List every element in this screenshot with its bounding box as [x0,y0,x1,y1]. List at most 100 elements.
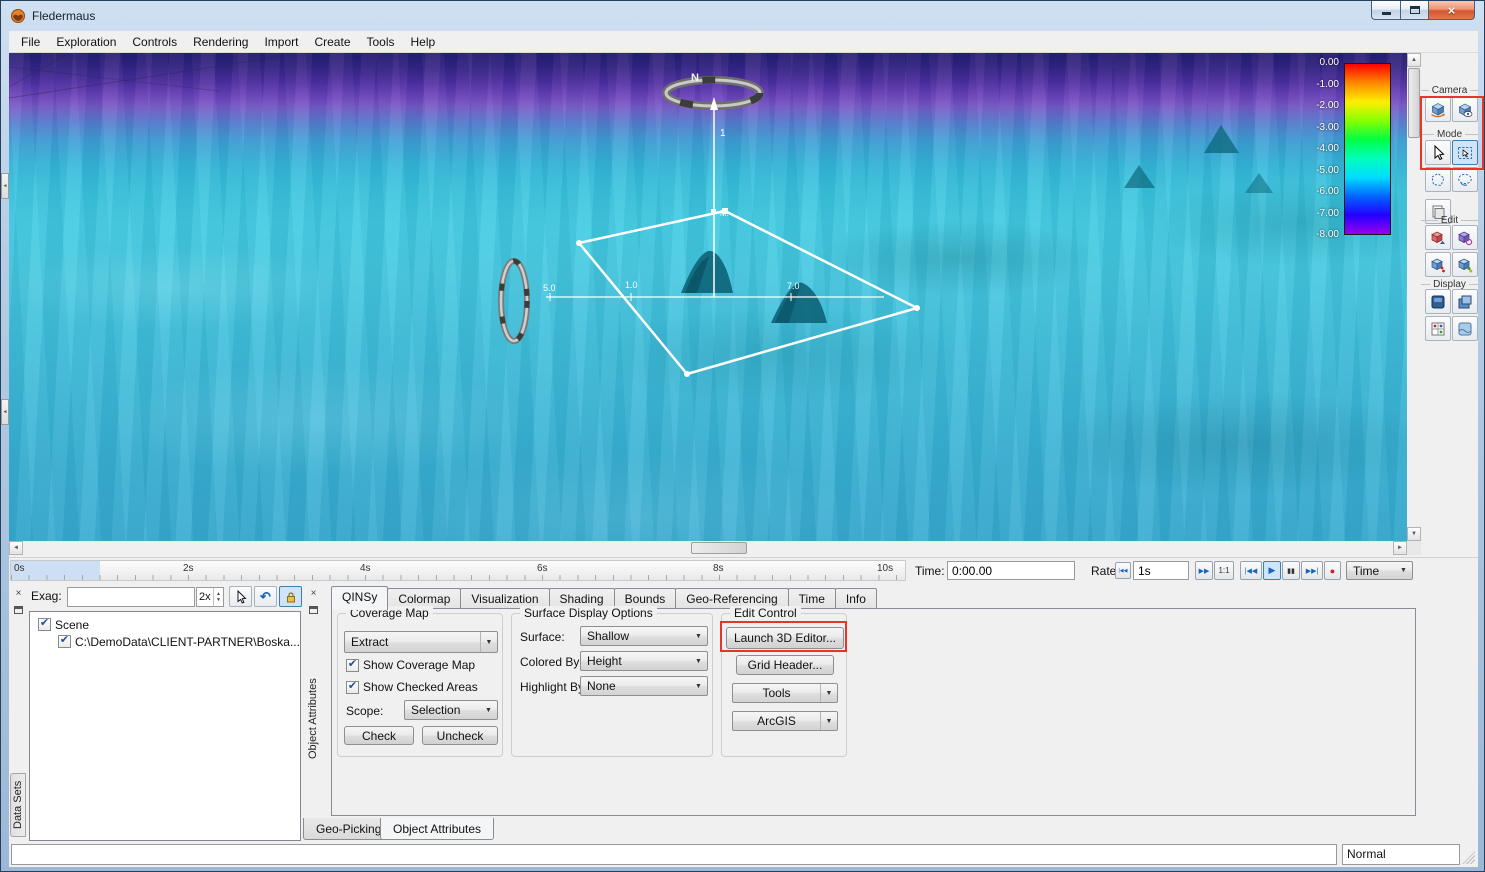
menu-exploration[interactable]: Exploration [48,32,124,52]
datasets-close-button[interactable]: × [12,587,25,600]
scene-viewport[interactable]: N 1 M. 5.0 1.0 7. [9,53,1407,541]
colored-by-dropdown[interactable]: Height ▼ [580,651,708,671]
left-splitter-handle-bottom[interactable]: ◄ [1,399,9,425]
rotation-ring-widget[interactable] [501,261,527,341]
tree-row-scene[interactable]: ✔ Scene [32,616,298,633]
display-layers-button[interactable] [1452,289,1478,314]
colored-by-value: Height [581,654,690,668]
show-checked-row[interactable]: ✔ Show Checked Areas [346,680,478,694]
skip-to-end-button[interactable]: ▶▶| [1301,561,1323,580]
cube-add-icon [1457,257,1473,273]
datasets-float-button[interactable] [12,603,25,616]
record-button[interactable]: ● [1324,561,1341,580]
seamount-distant [1245,173,1273,193]
dataset-label[interactable]: C:\DemoData\CLIENT-PARTNER\Boska... [75,635,300,649]
tree-row-dataset[interactable]: ✔ C:\DemoData\CLIENT-PARTNER\Boska... [32,633,298,650]
maximize-button[interactable] [1401,1,1429,20]
timeline-mode-dropdown[interactable]: Time ▼ [1346,561,1413,580]
rate-reset-button[interactable]: |◀◀ [1115,562,1131,579]
skip-to-start-button[interactable]: |◀◀ [1240,561,1262,580]
close-icon: × [1448,4,1456,17]
show-checked-checkbox[interactable]: ✔ [346,681,359,694]
scope-dropdown[interactable]: Selection ▼ [404,700,498,720]
viewport-horizontal-scrollbar[interactable]: ◄ ► [9,541,1407,555]
scene-label[interactable]: Scene [55,618,89,632]
surface-dropdown[interactable]: Shallow ▼ [580,626,708,646]
one-to-one-icon: 1:1 [1218,566,1229,575]
color-legend-bar [1344,63,1391,235]
minimize-button[interactable] [1371,1,1401,20]
edit-rotate-button[interactable] [1452,225,1478,250]
camera-look-button[interactable] [1452,97,1478,122]
pause-button[interactable]: ▮▮ [1282,561,1300,580]
scene-tree[interactable]: ✔ Scene ✔ C:\DemoData\CLIENT-PARTNER\Bos… [29,611,301,841]
realtime-rate-button[interactable]: 1:1 [1214,561,1234,580]
title-bar[interactable]: Fledermaus × [1,1,1484,31]
undo-view-button[interactable]: ↶ [254,586,277,607]
highlight-by-dropdown[interactable]: None ▼ [580,676,708,696]
menu-rendering[interactable]: Rendering [185,32,256,52]
mode-lasso-select-button[interactable] [1452,167,1478,192]
menu-import[interactable]: Import [256,32,306,52]
rate-value-field[interactable] [1133,561,1189,580]
scene-checkbox[interactable]: ✔ [38,618,51,631]
maximize-icon [1410,6,1420,14]
render-mode-field[interactable]: Normal [1342,844,1460,865]
spin-down-icon[interactable]: ▼ [216,597,221,603]
close-button[interactable]: × [1429,1,1475,20]
launch-3d-editor-button[interactable]: Launch 3D Editor... [726,627,844,649]
left-splitter-handle-top[interactable]: ◄ [1,173,9,199]
display-grid-button[interactable] [1425,316,1451,341]
menu-tools[interactable]: Tools [359,32,403,52]
edit-vertices-button[interactable] [1425,252,1451,277]
scroll-up-button[interactable]: ▲ [1407,53,1421,67]
viewport-vertical-scrollbar[interactable]: ▲ ▼ [1407,53,1421,541]
datasets-dock-tab[interactable]: Data Sets [10,773,26,837]
attributes-float-button[interactable] [307,603,320,616]
show-coverage-row[interactable]: ✔ Show Coverage Map [346,658,475,672]
spinner-arrows[interactable]: ▲ ▼ [213,588,223,606]
tab-qinsy[interactable]: QINSy [331,586,388,610]
vertical-scroll-thumb[interactable] [1408,68,1420,138]
menu-controls[interactable]: Controls [124,32,185,52]
play-button[interactable]: ▶ [1263,561,1281,580]
pick-tool-button[interactable] [229,586,252,607]
menu-create[interactable]: Create [306,32,358,52]
mode-polygon-select-button[interactable] [1425,167,1451,192]
scale-spinner[interactable]: 2x ▲ ▼ [196,587,224,607]
edit-translate-button[interactable] [1425,225,1451,250]
menu-file[interactable]: File [13,32,48,52]
tab-info[interactable]: Info [835,588,877,610]
arcgis-dropdown[interactable]: ArcGIS ▼ [732,711,838,731]
time-value-field[interactable] [947,561,1075,580]
exag-input[interactable] [67,587,195,607]
cursor-icon [1430,145,1446,161]
display-texture-button[interactable] [1452,316,1478,341]
tools-dropdown[interactable]: Tools ▼ [732,683,838,703]
lock-view-button[interactable] [279,586,302,607]
scroll-left-button[interactable]: ◄ [9,541,23,555]
fast-forward-button[interactable]: ▶▶ [1195,561,1213,580]
dataset-checkbox[interactable]: ✔ [58,635,71,648]
check-button[interactable]: Check [344,726,414,745]
horizontal-scroll-thumb[interactable] [691,542,747,554]
menu-help[interactable]: Help [403,32,444,52]
scroll-down-button[interactable]: ▼ [1407,527,1421,541]
show-coverage-checkbox[interactable]: ✔ [346,659,359,672]
attributes-close-button[interactable]: × [307,587,320,600]
edit-attach-button[interactable] [1452,252,1478,277]
scroll-right-button[interactable]: ► [1393,541,1407,555]
tab-object-attributes[interactable]: Object Attributes [380,818,494,840]
selection-polygon[interactable] [576,208,920,377]
mode-rect-select-button[interactable] [1452,140,1478,165]
mode-explore-button[interactable] [1425,140,1451,165]
extract-dropdown[interactable]: Extract ▼ [344,631,498,653]
display-solid-button[interactable] [1425,289,1451,314]
timeline-ruler[interactable]: 0s 2s 4s 6s 8s 10s [10,560,906,581]
grid-header-button[interactable]: Grid Header... [736,655,834,675]
status-message-field[interactable] [11,844,1337,865]
camera-group-label: Camera [1421,85,1478,96]
resize-grip[interactable] [1462,851,1475,864]
camera-orbit-button[interactable] [1425,97,1451,122]
uncheck-button[interactable]: Uncheck [422,726,498,745]
